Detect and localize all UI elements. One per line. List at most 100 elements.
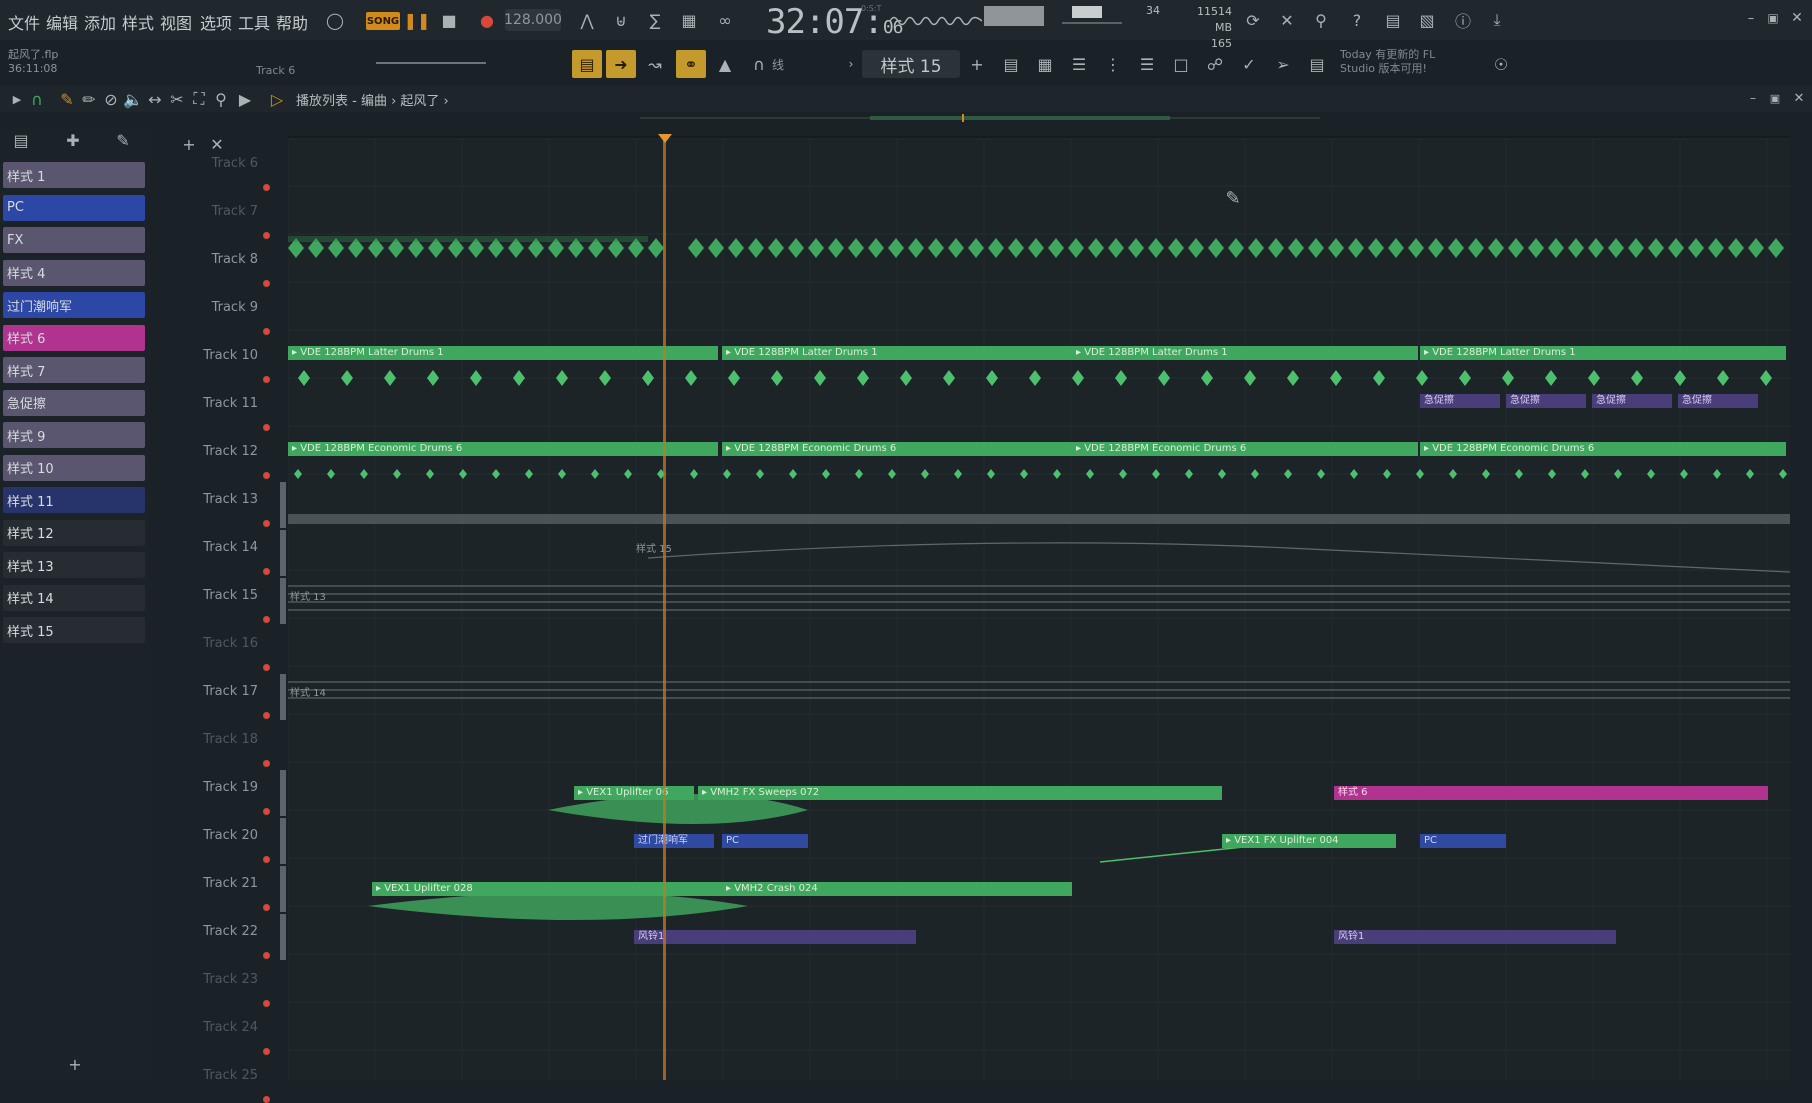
- channel-rack-icon[interactable]: ☰: [1064, 50, 1094, 78]
- touch-icon[interactable]: ➢: [1268, 50, 1298, 78]
- pattern-item[interactable]: 样式 1: [3, 162, 145, 188]
- master-pitch-slider[interactable]: [1062, 22, 1122, 24]
- stamp-icon[interactable]: ▲: [710, 50, 740, 78]
- pattern-add-icon[interactable]: ✚: [60, 128, 86, 152]
- tempo-tap-icon[interactable]: ✓: [1234, 50, 1264, 78]
- zoom-icon[interactable]: ⚲: [208, 87, 234, 111]
- playhead-marker[interactable]: [658, 134, 672, 143]
- audio-clip-sweeps[interactable]: ▸ VMH2 FX Sweeps 072: [698, 786, 1222, 800]
- track-name[interactable]: Track 6: [168, 156, 258, 171]
- track-mute-dot[interactable]: [263, 1096, 270, 1103]
- wait-input-icon[interactable]: ⊎: [608, 8, 634, 32]
- step-seq-icon[interactable]: ▦: [1030, 50, 1060, 78]
- pattern-clip-urgent[interactable]: 急促擦: [1678, 394, 1758, 408]
- pattern-clip-14-label[interactable]: 样式 14: [290, 684, 326, 699]
- save-icon[interactable]: ▤: [1380, 8, 1406, 32]
- track-volume-fader[interactable]: [280, 818, 286, 864]
- pattern-item[interactable]: 样式 6: [3, 324, 145, 351]
- pat-song-switch-icon[interactable]: ◯: [322, 8, 348, 32]
- mixer-icon[interactable]: ⋮: [1098, 50, 1128, 78]
- track-name[interactable]: Track 25: [168, 1068, 258, 1083]
- track-name[interactable]: Track 11: [168, 396, 258, 411]
- pattern-selector[interactable]: 样式 15: [862, 50, 960, 78]
- audio-clip-fx-uplifter[interactable]: ▸ VEX1 FX Uplifter 004: [1222, 834, 1396, 848]
- add-pattern-icon[interactable]: +: [962, 50, 992, 78]
- track-volume-fader[interactable]: [280, 482, 286, 528]
- pattern-item[interactable]: PC: [3, 194, 145, 221]
- menu-options[interactable]: 选项: [200, 10, 232, 34]
- speaker-icon[interactable]: ▷: [264, 87, 290, 111]
- link-icon[interactable]: ⚭: [676, 50, 706, 78]
- track-name[interactable]: Track 17: [168, 684, 258, 699]
- menu-pattern[interactable]: 样式: [122, 10, 154, 34]
- menu-tools[interactable]: 工具: [238, 10, 270, 34]
- refresh-icon[interactable]: ⟳: [1240, 8, 1266, 32]
- pause-icon[interactable]: ❚❚: [404, 8, 431, 32]
- pattern-item[interactable]: 过门潮响军: [3, 292, 145, 318]
- playlist-icon[interactable]: ▤: [996, 50, 1026, 78]
- track-name[interactable]: Track 19: [168, 780, 258, 795]
- pattern-item[interactable]: 样式 14: [3, 584, 145, 611]
- track-mute-dot[interactable]: [263, 856, 270, 863]
- track-mute-dot[interactable]: [263, 616, 270, 623]
- time-display[interactable]: 32:07:06: [766, 2, 904, 42]
- track-volume-fader[interactable]: [280, 914, 286, 960]
- track-mute-dot[interactable]: [263, 1000, 270, 1007]
- pattern-clip-urgent[interactable]: 急促擦: [1592, 394, 1672, 408]
- audio-clip-uplifter[interactable]: ▸ VEX1 Uplifter 028: [372, 882, 722, 896]
- cut-icon[interactable]: ✕: [1274, 8, 1300, 32]
- track-volume-fader[interactable]: [280, 770, 286, 816]
- pattern-item[interactable]: 样式 4: [3, 259, 145, 286]
- loop-record-icon[interactable]: ∞: [712, 8, 738, 32]
- track-volume-fader[interactable]: [280, 530, 286, 576]
- add-pattern-plus-icon[interactable]: +: [62, 1052, 88, 1076]
- track-name[interactable]: Track 22: [168, 924, 258, 939]
- pattern-item[interactable]: 样式 11: [3, 487, 145, 513]
- track-mute-dot[interactable]: [263, 472, 270, 479]
- download-icon[interactable]: ⤓: [1484, 8, 1510, 32]
- audio-clip-drums[interactable]: ▸ VDE 128BPM Economic Drums 6: [1072, 442, 1418, 456]
- track-close-icon[interactable]: ✕: [204, 132, 230, 156]
- track-volume-fader[interactable]: [280, 674, 286, 720]
- menu-edit[interactable]: 编辑: [46, 10, 78, 34]
- track-name[interactable]: Track 9: [168, 300, 258, 315]
- track-mute-dot[interactable]: [263, 712, 270, 719]
- pattern-clip-6[interactable]: 样式 6: [1334, 786, 1768, 800]
- pattern-clip-pc[interactable]: PC: [722, 834, 808, 848]
- close-icon[interactable]: ✕: [1784, 6, 1810, 30]
- track-name[interactable]: Track 8: [168, 252, 258, 267]
- pattern-item[interactable]: 样式 12: [3, 519, 145, 546]
- audio-clip-crash[interactable]: ▸ VMH2 Crash 024: [722, 882, 1072, 896]
- help-icon[interactable]: ?: [1344, 8, 1370, 32]
- song-mode-button[interactable]: SONG: [366, 12, 400, 30]
- track-mute-dot[interactable]: [263, 808, 270, 815]
- pattern-clip-gate[interactable]: 过门潮响军: [634, 834, 714, 848]
- master-volume-slider[interactable]: [1072, 6, 1102, 18]
- project-icon[interactable]: □: [1166, 50, 1196, 78]
- audio-clip-drums[interactable]: ▸ VDE 128BPM Latter Drums 1: [1420, 346, 1786, 360]
- mic-icon[interactable]: ⚲: [1308, 8, 1334, 32]
- track-name[interactable]: Track 10: [168, 348, 258, 363]
- maximize-icon[interactable]: ▣: [1760, 6, 1786, 30]
- menu-add[interactable]: 添加: [84, 10, 116, 34]
- pattern-view-icon[interactable]: ▤: [8, 128, 34, 152]
- track-name[interactable]: Track 18: [168, 732, 258, 747]
- track-name[interactable]: Track 7: [168, 204, 258, 219]
- browser-icon[interactable]: ☰: [1132, 50, 1162, 78]
- update-notice[interactable]: Today 有更新的 FL Studio 版本可用!: [1340, 48, 1435, 76]
- track-mute-dot[interactable]: [263, 760, 270, 767]
- track-name[interactable]: Track 23: [168, 972, 258, 987]
- menu-file[interactable]: 文件: [8, 10, 40, 34]
- magnet-icon[interactable]: ∩: [744, 50, 774, 78]
- menu-help[interactable]: 帮助: [276, 10, 308, 34]
- snap-mode[interactable]: 线: [772, 56, 784, 73]
- step-edit-icon[interactable]: ▦: [676, 8, 702, 32]
- track-mute-dot[interactable]: [263, 520, 270, 527]
- info-icon[interactable]: ⓘ: [1450, 8, 1476, 32]
- track-mute-dot[interactable]: [263, 952, 270, 959]
- playlist-close-icon[interactable]: ✕: [1786, 86, 1812, 110]
- globe-icon[interactable]: ☉: [1486, 50, 1516, 78]
- track-name[interactable]: Track 20: [168, 828, 258, 843]
- pattern-clip-urgent[interactable]: 急促擦: [1506, 394, 1586, 408]
- pattern-item[interactable]: 样式 15: [3, 617, 145, 643]
